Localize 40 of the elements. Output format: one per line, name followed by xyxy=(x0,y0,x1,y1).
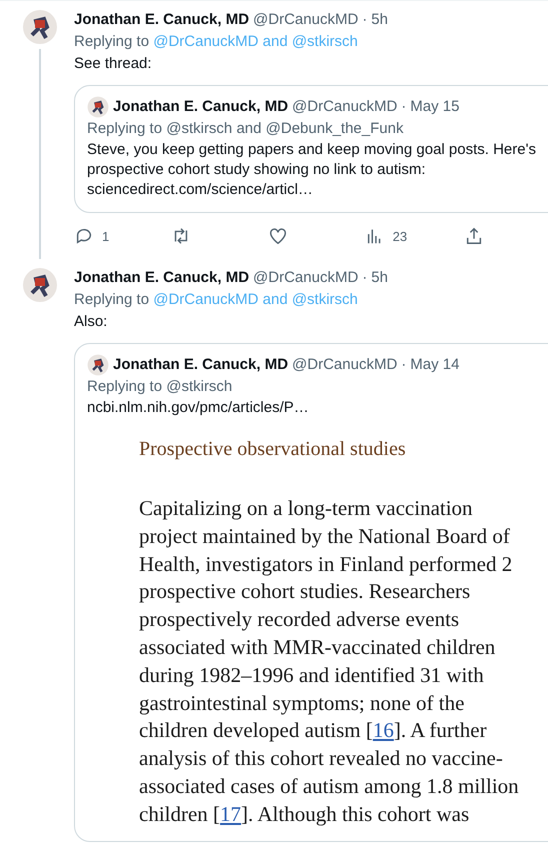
action-count: 1 xyxy=(102,228,110,244)
separator-dot: · xyxy=(362,268,368,288)
quoted-text-line: ncbi.nlm.nih.gov/pmc/articles/P… xyxy=(87,398,310,418)
timestamp: 5h xyxy=(371,10,388,30)
avatar[interactable] xyxy=(87,354,109,376)
avatar[interactable] xyxy=(22,9,58,45)
timestamp: May 14 xyxy=(410,355,460,375)
heart-icon[interactable] xyxy=(268,226,288,246)
separator-dot: · xyxy=(401,355,406,375)
author-name: Jonathan E. Canuck, MD xyxy=(74,10,250,30)
tweet-text: See thread: xyxy=(74,54,153,74)
quoted-tweet-card[interactable] xyxy=(74,343,548,842)
quoted-text-line: sciencedirect.com/science/articl… xyxy=(87,180,314,200)
author-handle: @DrCanuckMD xyxy=(253,10,358,30)
quoted-text-line: Steve, you keep getting papers and keep moving goal posts. Here's xyxy=(87,140,537,160)
avatar[interactable] xyxy=(22,267,58,303)
quoted-text-line: prospective cohort study showing no link to autism: xyxy=(87,160,427,180)
avatar[interactable] xyxy=(87,96,109,118)
document-paragraph: Capitalizing on a long-term vaccination project maintained by the National Board of Health, investigators in Finland performed 2 prospective cohort studies. Researchers prospectively recorded adverse events associated with MMR-vaccinated children during 1982–1996 and identified 31 with gastrointestinal symptoms; none of the children developed autism [16]. A further analysis of this cohort revealed no vaccine- associated cases of autism among 1.8 million children [17]. Although this cohort was xyxy=(139,495,520,828)
separator-dot: · xyxy=(401,97,406,117)
author-handle: @DrCanuckMD xyxy=(253,268,358,288)
author-name: Jonathan E. Canuck, MD xyxy=(113,97,288,117)
replying-to-text: Replying to @stkirsch and @Debunk_the_Funk xyxy=(87,119,404,139)
separator-dot: · xyxy=(362,10,368,30)
tweet-text: Also: xyxy=(74,312,108,332)
replying-to-text: Replying to @DrCanuckMD and @stkirsch xyxy=(74,32,359,52)
quoted-tweet-card[interactable] xyxy=(74,85,548,213)
replying-to-text: Replying to @DrCanuckMD and @stkirsch xyxy=(74,290,359,310)
timestamp: 5h xyxy=(371,268,388,288)
reference-link[interactable]: 17 xyxy=(220,802,242,826)
author-handle: @DrCanuckMD xyxy=(292,355,398,375)
replying-to-text: Replying to @stkirsch xyxy=(87,377,234,397)
reference-link[interactable]: 16 xyxy=(372,718,394,742)
document-heading: Prospective observational studies xyxy=(139,438,407,461)
author-handle: @DrCanuckMD xyxy=(292,97,398,117)
author-name: Jonathan E. Canuck, MD xyxy=(113,355,288,375)
action-count: 23 xyxy=(392,228,408,244)
comment-icon[interactable] xyxy=(74,226,94,246)
author-name: Jonathan E. Canuck, MD xyxy=(74,268,250,288)
timestamp: May 15 xyxy=(410,97,460,117)
